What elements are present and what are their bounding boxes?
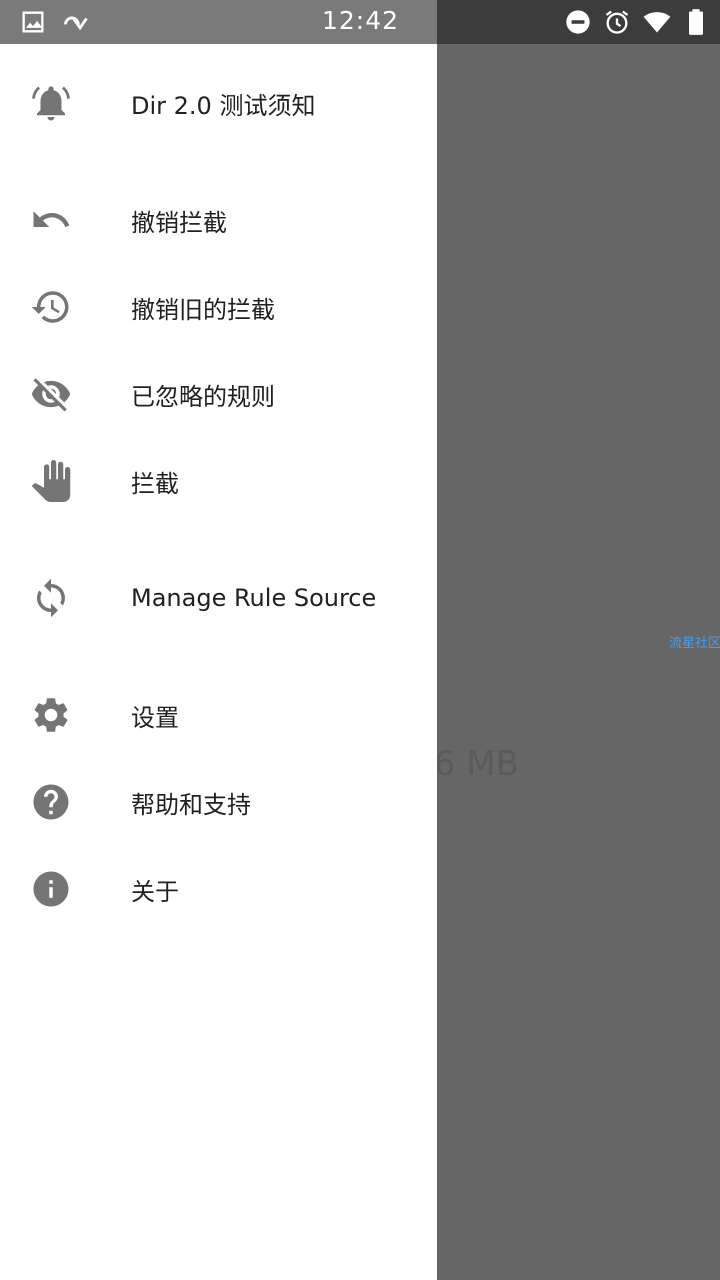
alarm-icon bbox=[603, 8, 631, 36]
battery-icon bbox=[682, 8, 710, 36]
background-link: 流星社区 bbox=[669, 636, 720, 651]
background-content[interactable]: 流星社区 .6 MB bbox=[437, 44, 720, 1280]
drawer-item-manage-rule-source[interactable]: Manage Rule Source bbox=[0, 558, 437, 638]
visibility-off-icon bbox=[30, 373, 72, 415]
drawer-item-undo-old-block[interactable]: 撤销旧的拦截 bbox=[0, 267, 437, 347]
sync-icon bbox=[30, 577, 72, 619]
background-size-text: .6 MB bbox=[437, 744, 519, 784]
drawer-item-ignored-rules[interactable]: 已忽略的规则 bbox=[0, 354, 437, 434]
drawer-item-label: 拦截 bbox=[131, 469, 179, 498]
drawer-item-label: Dir 2.0 测试须知 bbox=[131, 91, 316, 120]
help-icon bbox=[30, 781, 72, 823]
wifi-icon bbox=[643, 8, 671, 36]
drawer-item-about[interactable]: 关于 bbox=[0, 849, 437, 929]
cast-icon bbox=[62, 8, 90, 36]
drawer-item-label: Manage Rule Source bbox=[131, 584, 377, 612]
drawer-item-label: 撤销旧的拦截 bbox=[131, 295, 275, 324]
drawer-item-settings[interactable]: 设置 bbox=[0, 675, 437, 755]
drawer-item-block[interactable]: 拦截 bbox=[0, 441, 437, 521]
navigation-drawer: Dir 2.0 测试须知 撤销拦截 撤销旧的拦截 已忽略的规则 拦截 Manag… bbox=[0, 44, 437, 1280]
image-icon bbox=[19, 8, 47, 36]
drawer-item-help-support[interactable]: 帮助和支持 bbox=[0, 762, 437, 842]
drawer-item-dir-notice[interactable]: Dir 2.0 测试须知 bbox=[0, 63, 437, 143]
drawer-item-label: 关于 bbox=[131, 877, 179, 906]
gear-icon bbox=[30, 694, 72, 736]
notification-bell-icon bbox=[30, 82, 72, 124]
drawer-item-undo-block[interactable]: 撤销拦截 bbox=[0, 180, 437, 260]
info-icon bbox=[30, 868, 72, 910]
hand-block-icon bbox=[30, 460, 72, 502]
drawer-item-label: 帮助和支持 bbox=[131, 790, 251, 819]
drawer-item-label: 已忽略的规则 bbox=[131, 382, 275, 411]
do-not-disturb-icon bbox=[564, 8, 592, 36]
drawer-item-label: 设置 bbox=[131, 703, 179, 732]
status-bar: 12:42 bbox=[0, 0, 720, 44]
history-icon bbox=[30, 286, 72, 328]
drawer-item-label: 撤销拦截 bbox=[131, 208, 227, 237]
undo-icon bbox=[30, 199, 72, 241]
clock-time: 12:42 bbox=[322, 6, 400, 35]
